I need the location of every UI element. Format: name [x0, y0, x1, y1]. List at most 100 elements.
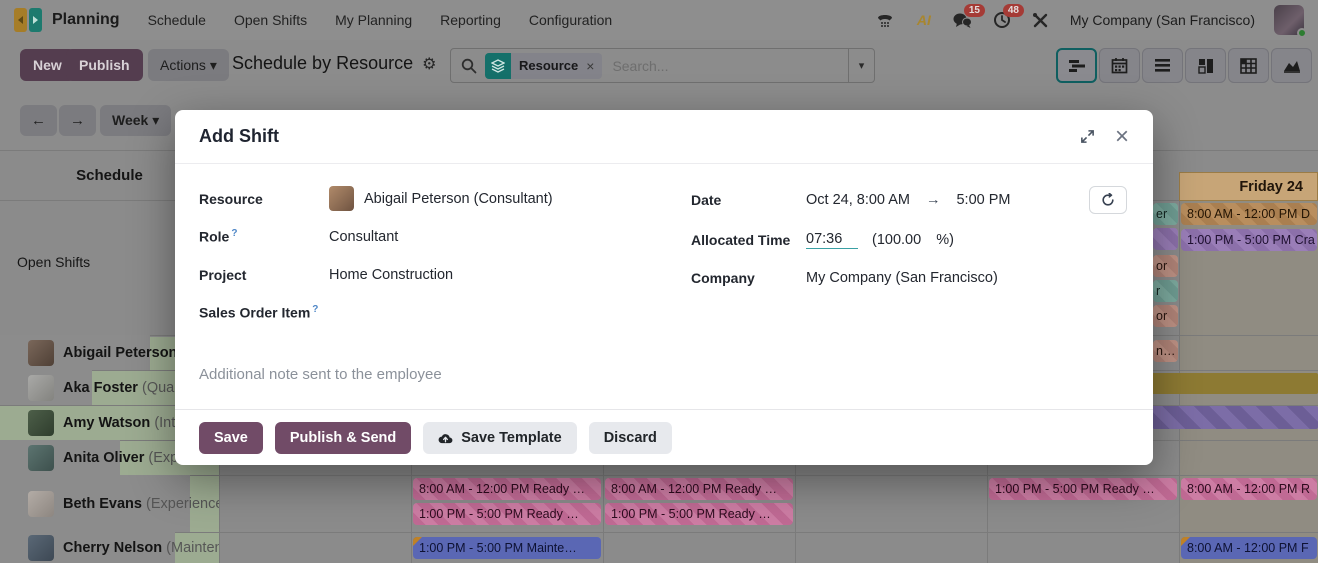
- caret-down-icon: ▾: [210, 57, 217, 73]
- publish-send-button[interactable]: Publish & Send: [275, 422, 411, 454]
- gantt-bar[interactable]: [1153, 228, 1178, 250]
- view-list-button[interactable]: [1142, 48, 1183, 83]
- resource-name: Beth Evans: [63, 496, 142, 512]
- view-graph-button[interactable]: [1271, 48, 1312, 83]
- gantt-bar[interactable]: er: [1153, 203, 1178, 225]
- resource-avatar: [28, 535, 54, 561]
- gantt-bar[interactable]: 8:00 AM - 12:00 PM F: [1181, 537, 1317, 559]
- gear-icon[interactable]: ⚙: [422, 54, 436, 74]
- menu-schedule[interactable]: Schedule: [148, 12, 206, 28]
- close-icon[interactable]: ×: [1115, 127, 1129, 147]
- resource-role: (Experience…: [146, 496, 219, 512]
- menu-open-shifts[interactable]: Open Shifts: [234, 12, 307, 28]
- field-label: Allocated Time: [691, 232, 806, 248]
- note-input[interactable]: Additional note sent to the employee: [199, 366, 1129, 383]
- tools-icon[interactable]: [1031, 10, 1051, 30]
- date-start-value[interactable]: Oct 24, 8:00 AM: [806, 192, 910, 208]
- modal-body: Resource Abigail Peterson (Consultant) R…: [175, 164, 1153, 409]
- gantt-bar[interactable]: 8:00 AM - 12:00 PM Ready …: [413, 478, 601, 500]
- open-shifts-row-label[interactable]: Open Shifts: [17, 254, 90, 270]
- field-role: Role? Consultant: [199, 224, 667, 249]
- top-navbar: Planning Schedule Open Shifts My Plannin…: [0, 0, 1318, 40]
- add-shift-modal: Add Shift × Resource Abigail Peterson (C…: [175, 110, 1153, 465]
- view-kanban-button[interactable]: [1185, 48, 1226, 83]
- next-period-button[interactable]: →: [59, 105, 96, 136]
- gantt-bar[interactable]: 8:00 AM - 12:00 PM R: [1181, 478, 1317, 500]
- gantt-bar[interactable]: n…: [1153, 340, 1178, 362]
- field-allocated-time: Allocated Time 07:36 (100.00 %): [691, 227, 1129, 252]
- gantt-bar-open-shift[interactable]: 1:00 PM - 5:00 PM Cra: [1181, 229, 1317, 251]
- resource-avatar: [28, 375, 54, 401]
- gantt-bar[interactable]: 8:00 AM - 12:00 PM Ready …: [605, 478, 793, 500]
- allocated-time-input[interactable]: 07:36: [806, 231, 858, 249]
- previous-period-button[interactable]: ←: [20, 105, 57, 136]
- app-name[interactable]: Planning: [52, 11, 120, 29]
- search-options-toggle[interactable]: ▾: [848, 49, 874, 82]
- activities-clock-icon[interactable]: 48: [992, 10, 1012, 30]
- field-label: Role: [199, 229, 229, 245]
- save-template-button[interactable]: Save Template: [423, 422, 576, 454]
- resource-avatar: [28, 445, 54, 471]
- resource-value[interactable]: Abigail Peterson (Consultant): [364, 191, 553, 207]
- modal-header: Add Shift ×: [175, 110, 1153, 164]
- recurrence-refresh-button[interactable]: [1089, 186, 1127, 214]
- allocated-percent-open: (100.00: [872, 232, 921, 248]
- planning-screen: Planning Schedule Open Shifts My Plannin…: [0, 0, 1318, 563]
- view-pivot-button[interactable]: [1228, 48, 1269, 83]
- gantt-bar[interactable]: 1:00 PM - 5:00 PM Ready …: [989, 478, 1177, 500]
- role-value[interactable]: Consultant: [329, 229, 398, 245]
- resource-row-cherry[interactable]: Cherry Nelson (Mainten…: [0, 532, 219, 563]
- view-gantt-button[interactable]: [1056, 48, 1097, 83]
- save-button[interactable]: Save: [199, 422, 263, 454]
- gantt-bar-open-shift[interactable]: 8:00 AM - 12:00 PM D: [1181, 203, 1317, 225]
- view-switcher: [1056, 48, 1312, 83]
- voip-phone-icon[interactable]: [875, 10, 895, 30]
- facet-remove-icon[interactable]: ×: [586, 58, 602, 74]
- gantt-bar[interactable]: 1:00 PM - 5:00 PM Ready …: [605, 503, 793, 525]
- messages-icon[interactable]: 15: [953, 10, 973, 30]
- modal-title: Add Shift: [199, 126, 279, 147]
- resource-name: Cherry Nelson: [63, 540, 162, 556]
- gantt-bar[interactable]: or: [1153, 305, 1178, 327]
- discard-button[interactable]: Discard: [589, 422, 672, 454]
- menu-my-planning[interactable]: My Planning: [335, 12, 412, 28]
- company-switcher[interactable]: My Company (San Francisco): [1070, 12, 1255, 28]
- field-label: Project: [199, 267, 329, 283]
- activities-badge: 48: [1003, 4, 1024, 17]
- resource-name: Abigail Peterson: [63, 345, 177, 361]
- logo-left-tile: [14, 8, 27, 32]
- gantt-bar[interactable]: 1:00 PM - 5:00 PM Ready …: [413, 503, 601, 525]
- search-bar[interactable]: Resource × Search... ▾: [450, 48, 875, 83]
- resource-name: Anita Oliver: [63, 450, 144, 466]
- logo-right-tile: [29, 8, 42, 32]
- gantt-bar[interactable]: r: [1153, 280, 1178, 302]
- date-range-arrow-icon: →: [926, 192, 941, 208]
- ai-icon[interactable]: AI: [914, 10, 934, 30]
- resource-role: (Mainten…: [166, 540, 219, 556]
- gantt-bar[interactable]: or: [1153, 255, 1178, 277]
- day-header-friday-24: Friday 24: [1179, 172, 1318, 201]
- menu-reporting[interactable]: Reporting: [440, 12, 501, 28]
- expand-icon[interactable]: [1080, 129, 1095, 144]
- project-value[interactable]: Home Construction: [329, 267, 453, 283]
- resource-row-beth[interactable]: Beth Evans (Experience…: [0, 475, 219, 532]
- caret-down-icon: ▾: [152, 112, 159, 128]
- publish-button[interactable]: Publish: [66, 49, 143, 81]
- search-icon: [461, 58, 477, 74]
- company-value[interactable]: My Company (San Francisco): [806, 270, 998, 286]
- view-calendar-button[interactable]: [1099, 48, 1140, 83]
- resource-avatar: [28, 491, 54, 517]
- field-sales-order-item: Sales Order Item?: [199, 300, 667, 325]
- user-avatar[interactable]: [1274, 5, 1304, 35]
- gantt-bar[interactable]: 1:00 PM - 5:00 PM Mainte…: [413, 537, 601, 559]
- actions-dropdown-button[interactable]: Actions ▾: [148, 49, 229, 81]
- main-menu: Schedule Open Shifts My Planning Reporti…: [148, 12, 613, 28]
- resource-avatar: [28, 410, 54, 436]
- range-selector-button[interactable]: Week ▾: [100, 105, 171, 136]
- menu-configuration[interactable]: Configuration: [529, 12, 612, 28]
- messages-badge: 15: [964, 4, 985, 17]
- odoo-logo-icon[interactable]: [14, 8, 42, 32]
- field-resource: Resource Abigail Peterson (Consultant): [199, 186, 667, 211]
- date-end-value[interactable]: 5:00 PM: [956, 192, 1010, 208]
- search-placeholder[interactable]: Search...: [612, 58, 668, 74]
